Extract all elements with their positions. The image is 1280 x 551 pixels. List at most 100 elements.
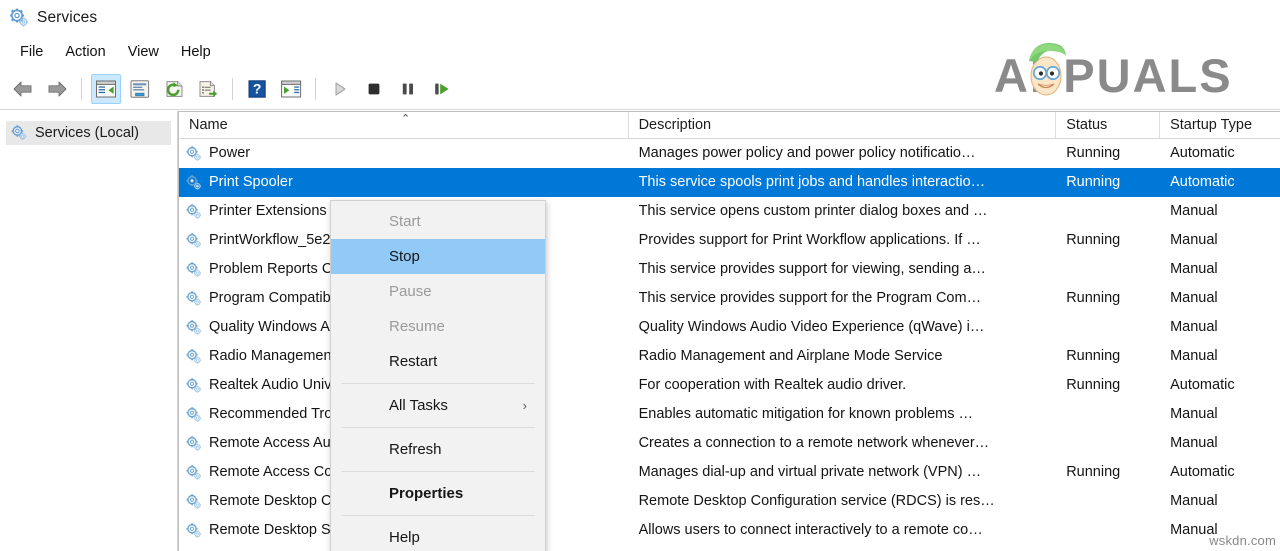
service-gear-icon <box>185 435 203 453</box>
cell-startup-type: Manual <box>1160 255 1280 284</box>
toolbar-separator-3 <box>315 78 316 100</box>
toolbar-stop-service-button[interactable] <box>359 74 389 104</box>
cell-status: Running <box>1056 168 1160 197</box>
back-arrow-icon <box>11 79 35 99</box>
cell-description: Enables automatic mitigation for known p… <box>629 400 1057 429</box>
service-gear-icon <box>185 232 203 250</box>
service-gear-icon <box>185 406 203 424</box>
cell-service-name: Print Spooler <box>179 168 629 197</box>
toolbar-help-button[interactable]: ? <box>242 74 272 104</box>
toolbar-separator-1 <box>81 78 82 100</box>
toolbar-show-action-pane-button[interactable] <box>276 74 306 104</box>
context-menu-start[interactable]: Start <box>331 204 545 239</box>
show-hide-action-pane-icon <box>280 79 302 99</box>
cell-description: Creates a connection to a remote network… <box>629 429 1057 458</box>
toolbar-start-service-button[interactable] <box>325 74 355 104</box>
stop-service-icon <box>363 79 385 99</box>
cell-description: Manages power policy and power policy no… <box>629 139 1057 168</box>
cell-startup-type: Manual <box>1160 429 1280 458</box>
cell-description: Quality Windows Audio Video Experience (… <box>629 313 1057 342</box>
table-row[interactable]: Print Spooler This service spools print j… <box>179 168 1280 197</box>
cell-description: Remote Desktop Configuration service (RD… <box>629 487 1057 516</box>
menu-view[interactable]: View <box>117 41 170 64</box>
service-gear-icon <box>185 290 203 308</box>
toolbar-refresh-button[interactable] <box>159 74 189 104</box>
cell-status <box>1056 255 1160 284</box>
service-name-label: Print Spooler <box>209 168 293 197</box>
service-gear-icon <box>185 319 203 337</box>
context-menu-restart[interactable]: Restart <box>331 344 545 379</box>
refresh-icon <box>163 79 185 99</box>
menu-file[interactable]: File <box>9 41 54 64</box>
cell-status: Running <box>1056 139 1160 168</box>
cell-description: This service provides support for viewin… <box>629 255 1057 284</box>
export-list-icon <box>197 79 219 99</box>
toolbar-show-console-tree-button[interactable] <box>91 74 121 104</box>
context-menu-properties[interactable]: Properties <box>331 476 545 511</box>
services-gears-icon <box>10 124 28 142</box>
forward-arrow-icon <box>45 79 69 99</box>
service-gear-icon <box>185 261 203 279</box>
cell-status: Running <box>1056 342 1160 371</box>
column-header-name-label: Name <box>189 117 228 133</box>
console-tree-pane: Services (Local) <box>0 111 178 551</box>
column-header-status[interactable]: Status <box>1056 112 1160 139</box>
cell-startup-type: Manual <box>1160 197 1280 226</box>
service-gear-icon <box>185 203 203 221</box>
toolbar-restart-service-button[interactable] <box>427 74 457 104</box>
service-gear-icon <box>185 348 203 366</box>
cell-startup-type: Manual <box>1160 226 1280 255</box>
toolbar-properties-button[interactable] <box>125 74 155 104</box>
cell-startup-type: Manual <box>1160 342 1280 371</box>
site-watermark: wskdn.com <box>1209 533 1276 548</box>
cell-status <box>1056 313 1160 342</box>
context-menu-separator-4 <box>341 515 535 516</box>
cell-description: Allows users to connect interactively to… <box>629 516 1057 545</box>
properties-window-icon <box>129 79 151 99</box>
service-name-label: PrintWorkflow_5e2ab <box>209 226 347 255</box>
toolbar-separator-2 <box>232 78 233 100</box>
column-header-startup-type[interactable]: Startup Type <box>1160 112 1280 139</box>
table-row[interactable]: PowerManages power policy and power poli… <box>179 139 1280 168</box>
toolbar-back-button[interactable] <box>8 74 38 104</box>
start-service-icon <box>329 79 351 99</box>
context-menu-help[interactable]: Help <box>331 520 545 551</box>
pause-service-icon <box>397 79 419 99</box>
table-header: Name ⌃ Description Status Startup Type <box>179 112 1280 139</box>
context-menu-all-tasks[interactable]: All Tasks › <box>331 388 545 423</box>
context-menu-stop[interactable]: Stop <box>331 239 545 274</box>
context-menu-separator-2 <box>341 427 535 428</box>
context-menu-pause[interactable]: Pause <box>331 274 545 309</box>
column-header-description[interactable]: Description <box>629 112 1057 139</box>
sidebar-item-services-local[interactable]: Services (Local) <box>6 121 171 145</box>
cell-status: Running <box>1056 284 1160 313</box>
toolbar-forward-button[interactable] <box>42 74 72 104</box>
cell-startup-type: Automatic <box>1160 458 1280 487</box>
column-header-name[interactable]: Name ⌃ <box>179 112 629 139</box>
cell-status: Running <box>1056 226 1160 255</box>
toolbar-pause-service-button[interactable] <box>393 74 423 104</box>
cell-description: This service spools print jobs and handl… <box>629 168 1057 197</box>
cell-description: Provides support for Print Workflow appl… <box>629 226 1057 255</box>
context-menu-refresh[interactable]: Refresh <box>331 432 545 467</box>
context-menu-separator-1 <box>341 383 535 384</box>
menu-action[interactable]: Action <box>54 41 116 64</box>
cell-startup-type: Automatic <box>1160 139 1280 168</box>
cell-startup-type: Automatic <box>1160 168 1280 197</box>
sort-ascending-caret-icon: ⌃ <box>401 114 410 125</box>
context-menu-separator-3 <box>341 471 535 472</box>
cell-description: This service provides support for the Pr… <box>629 284 1057 313</box>
title-bar: Services <box>0 0 1280 36</box>
service-gear-icon <box>185 377 203 395</box>
svg-text:?: ? <box>253 80 262 96</box>
show-hide-console-tree-icon <box>95 79 117 99</box>
context-menu-resume[interactable]: Resume <box>331 309 545 344</box>
sidebar-item-label: Services (Local) <box>35 125 139 141</box>
cell-status: Running <box>1056 458 1160 487</box>
toolbar-export-list-button[interactable] <box>193 74 223 104</box>
cell-status <box>1056 429 1160 458</box>
cell-status <box>1056 516 1160 545</box>
window-title: Services <box>37 9 97 27</box>
menu-help[interactable]: Help <box>170 41 222 64</box>
toolbar: ? <box>0 68 1280 110</box>
